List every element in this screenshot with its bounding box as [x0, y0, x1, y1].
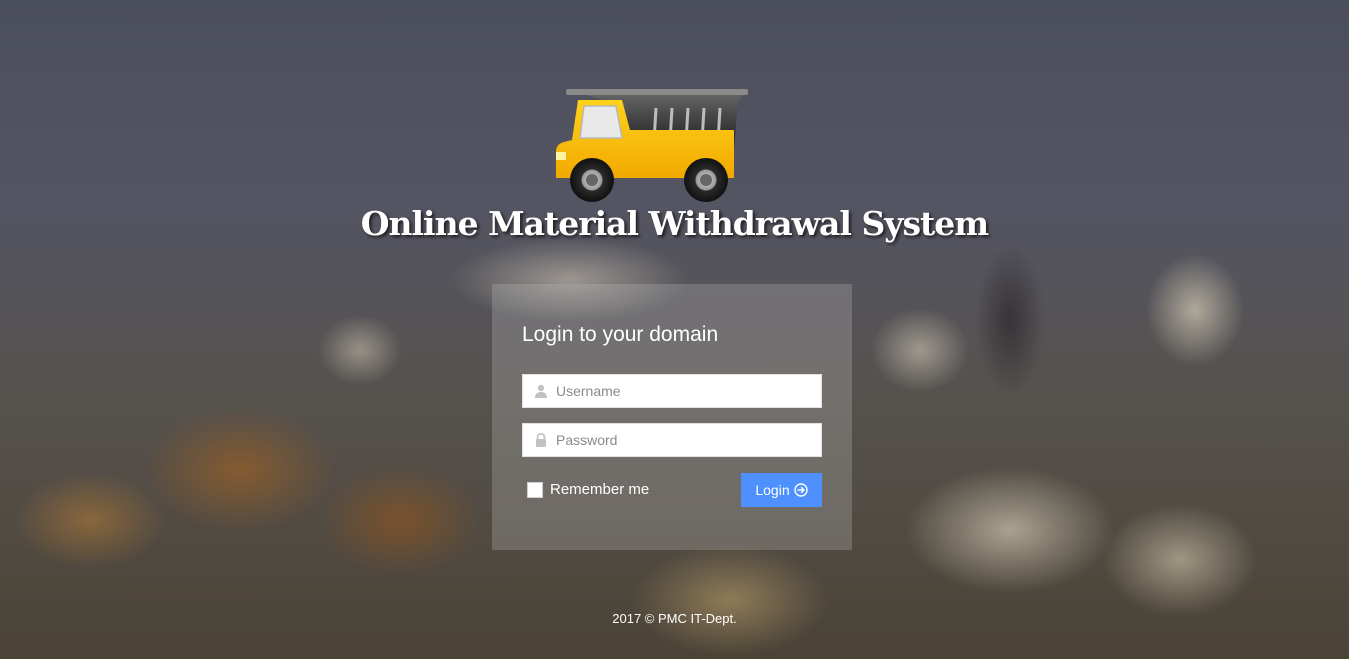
footer-copyright: 2017 © PMC IT-Dept. [612, 611, 737, 626]
username-field[interactable] [522, 374, 822, 408]
username-input[interactable] [556, 375, 816, 407]
login-panel: Login to your domain Remember me Login [492, 284, 852, 550]
login-button[interactable]: Login [741, 473, 822, 507]
password-field[interactable] [522, 423, 822, 457]
app-title: Online Material Withdrawal System [360, 204, 989, 243]
user-icon [535, 384, 547, 398]
lock-icon [536, 433, 546, 447]
dump-truck-icon [556, 89, 748, 202]
password-input[interactable] [556, 424, 816, 456]
remember-me-label: Remember me [550, 481, 650, 498]
remember-me-checkbox[interactable] [527, 482, 543, 498]
login-button-label: Login [755, 482, 790, 498]
arrow-circle-right-icon [793, 483, 808, 497]
login-panel-title: Login to your domain [522, 323, 719, 346]
